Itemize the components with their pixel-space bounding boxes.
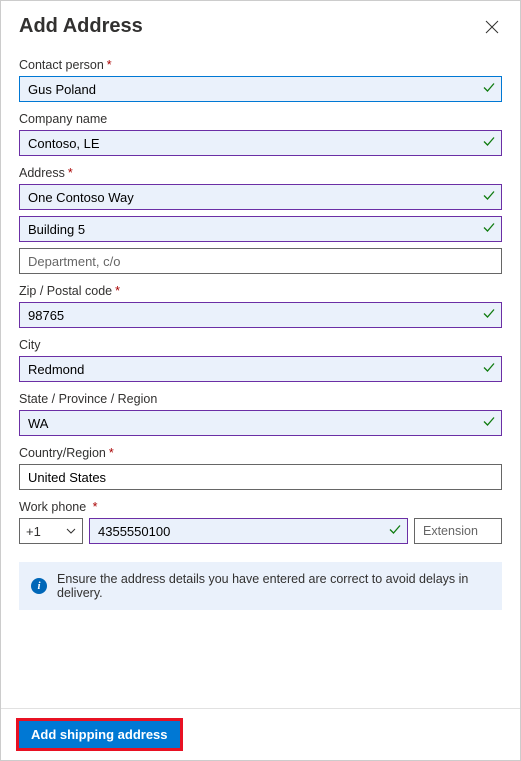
required-mark: * xyxy=(68,166,73,180)
info-icon: i xyxy=(31,578,47,594)
required-mark: * xyxy=(107,58,112,72)
chevron-down-icon xyxy=(66,525,76,537)
city-input[interactable] xyxy=(19,356,502,382)
contact-person-input[interactable] xyxy=(19,76,502,102)
country-label: Country/Region* xyxy=(19,446,502,460)
state-label: State / Province / Region xyxy=(19,392,502,406)
panel-footer: Add shipping address xyxy=(1,708,520,760)
required-mark: * xyxy=(109,446,114,460)
zip-label: Zip / Postal code* xyxy=(19,284,502,298)
zip-field: Zip / Postal code* xyxy=(19,284,502,328)
panel-title: Add Address xyxy=(19,15,143,38)
address-label: Address* xyxy=(19,166,502,180)
phone-country-code-value: +1 xyxy=(26,524,41,539)
address-field: Address* xyxy=(19,166,502,274)
required-mark: * xyxy=(93,500,98,514)
country-field: Country/Region* xyxy=(19,446,502,490)
work-phone-label: Work phone * xyxy=(19,500,502,514)
info-text: Ensure the address details you have ente… xyxy=(57,572,490,600)
address-line2-input[interactable] xyxy=(19,216,502,242)
phone-country-code-select[interactable]: +1 xyxy=(19,518,83,544)
panel-header: Add Address xyxy=(19,15,502,38)
company-name-label: Company name xyxy=(19,112,502,126)
company-name-field: Company name xyxy=(19,112,502,156)
add-shipping-address-button[interactable]: Add shipping address xyxy=(19,721,180,748)
city-field: City xyxy=(19,338,502,382)
close-icon xyxy=(485,20,499,34)
add-address-panel: Add Address Contact person* Company name… xyxy=(0,0,521,761)
work-phone-field: Work phone * +1 xyxy=(19,500,502,544)
info-message: i Ensure the address details you have en… xyxy=(19,562,502,610)
phone-extension-input[interactable] xyxy=(414,518,502,544)
close-button[interactable] xyxy=(482,17,502,37)
address-line3-input[interactable] xyxy=(19,248,502,274)
company-name-input[interactable] xyxy=(19,130,502,156)
address-line1-input[interactable] xyxy=(19,184,502,210)
zip-input[interactable] xyxy=(19,302,502,328)
required-mark: * xyxy=(115,284,120,298)
state-input[interactable] xyxy=(19,410,502,436)
city-label: City xyxy=(19,338,502,352)
country-input[interactable] xyxy=(19,464,502,490)
state-field: State / Province / Region xyxy=(19,392,502,436)
contact-person-field: Contact person* xyxy=(19,58,502,102)
contact-person-label: Contact person* xyxy=(19,58,502,72)
phone-number-input[interactable] xyxy=(89,518,408,544)
